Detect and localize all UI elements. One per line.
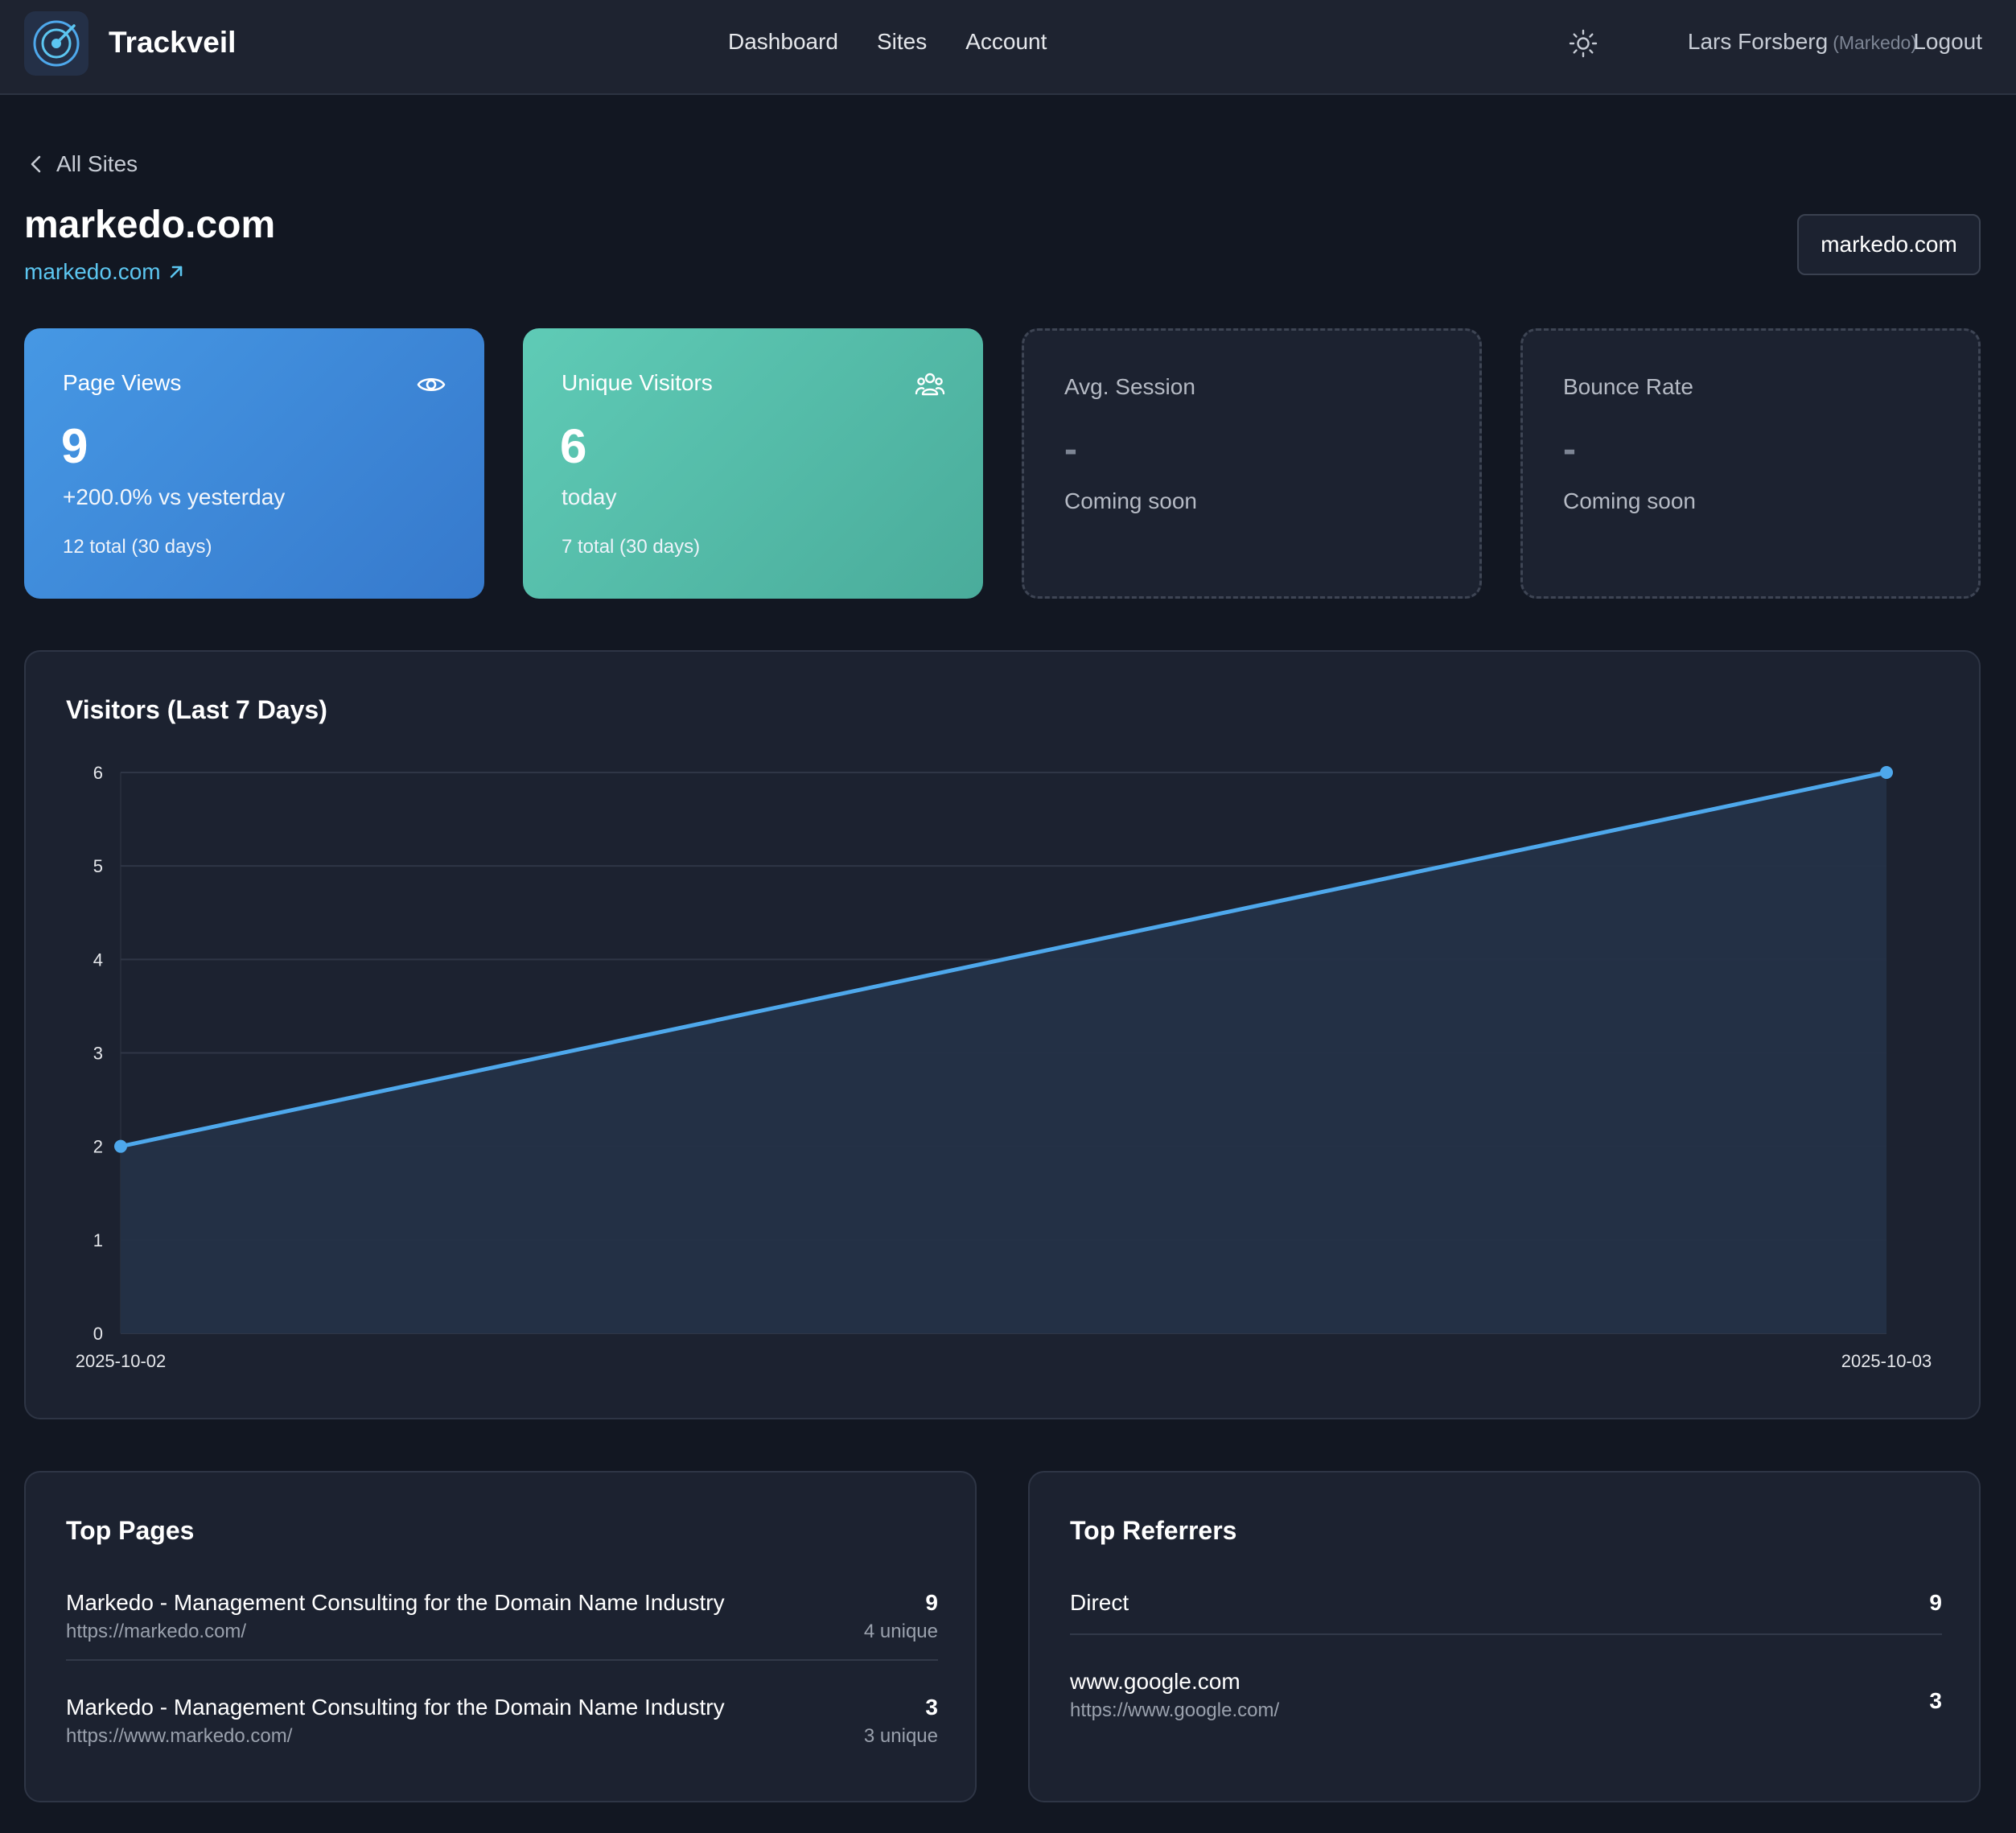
page-url: https://www.markedo.com/ — [66, 1725, 293, 1747]
referrer-row[interactable]: Direct 9 — [1070, 1590, 1942, 1616]
data-point — [1880, 766, 1893, 779]
page-views-value: 9 — [61, 419, 88, 473]
top-pages-panel: Top Pages Markedo - Management Consultin… — [24, 1471, 977, 1802]
nav-dashboard[interactable]: Dashboard — [728, 29, 838, 55]
page-title-text: Markedo - Management Consulting for the … — [66, 1695, 725, 1720]
y-tick-label: 6 — [93, 763, 103, 783]
logout-link[interactable]: Logout — [1913, 29, 1982, 55]
bounce-rate-value: - — [1563, 428, 1576, 471]
y-tick-label: 5 — [93, 856, 103, 876]
referrer-name: www.google.com — [1070, 1669, 1240, 1694]
external-link-icon — [170, 266, 182, 278]
top-referrers-panel: Top Referrers Direct 9 www.google.com ht… — [1028, 1471, 1981, 1802]
avg-session-note: Coming soon — [1064, 488, 1197, 513]
site-external-link[interactable]: markedo.com — [24, 259, 185, 285]
referrer-url: https://www.google.com/ — [1070, 1699, 1280, 1721]
unique-visitors-card: Unique Visitors 6 today 7 total (30 days… — [523, 328, 983, 599]
user-org: (Markedo) — [1833, 32, 1917, 53]
visitors-chart: 0 1 2 3 4 5 6 2025-10-02 2025-10-03 — [76, 763, 1932, 1371]
radar-logo-icon[interactable] — [24, 11, 88, 76]
page-views-card: Page Views 9 +200.0% vs yesterday 12 tot… — [24, 328, 484, 599]
data-point — [114, 1139, 127, 1153]
user-menu[interactable]: Lars Forsberg (Markedo) — [1688, 29, 1917, 55]
page-views-count: 9 — [925, 1590, 938, 1615]
top-page-row[interactable]: Markedo - Management Consulting for the … — [66, 1590, 938, 1643]
page-views-total: 12 total (30 days) — [63, 536, 212, 558]
page-unique-count: 4 unique — [863, 1621, 938, 1642]
avg-session-label: Avg. Session — [1064, 374, 1195, 399]
top-page-row[interactable]: Markedo - Management Consulting for the … — [66, 1695, 938, 1748]
chart-title: Visitors (Last 7 Days) — [66, 695, 327, 724]
y-tick-label: 1 — [93, 1230, 103, 1250]
site-link-label: markedo.com — [24, 259, 161, 284]
nav-account[interactable]: Account — [965, 29, 1047, 55]
referrer-count: 3 — [1929, 1688, 1942, 1713]
page-views-change: +200.0% vs yesterday — [63, 484, 286, 509]
unique-visitors-total: 7 total (30 days) — [562, 536, 701, 558]
top-referrers-title: Top Referrers — [1070, 1516, 1237, 1545]
back-to-all-sites[interactable]: All Sites — [27, 151, 138, 177]
site-selector[interactable]: markedo.com — [1797, 214, 1981, 275]
row-divider — [1070, 1633, 1942, 1635]
sun-icon[interactable] — [1567, 27, 1599, 60]
nav-sites[interactable]: Sites — [877, 29, 927, 55]
unique-visitors-value: 6 — [560, 419, 587, 473]
page-title-text: Markedo - Management Consulting for the … — [66, 1590, 725, 1615]
y-tick-label: 2 — [93, 1137, 103, 1157]
row-divider — [66, 1659, 938, 1661]
user-name: Lars Forsberg — [1687, 29, 1829, 54]
unique-visitors-label: Unique Visitors — [562, 370, 713, 395]
page-views-label: Page Views — [63, 370, 182, 395]
brand-name[interactable]: Trackveil — [109, 26, 236, 60]
bounce-rate-note: Coming soon — [1563, 488, 1696, 513]
y-tick-label: 0 — [93, 1324, 103, 1344]
referrer-name: Direct — [1070, 1590, 1129, 1615]
unique-visitors-period: today — [562, 484, 617, 509]
top-nav: Trackveil Dashboard Sites Account Lars F… — [0, 0, 2016, 95]
users-icon — [914, 369, 946, 401]
visitors-chart-panel: 0 1 2 3 4 5 6 2025-10-02 2025-10-03 Visitors (La… — [24, 650, 1981, 1419]
page-views-count: 3 — [925, 1695, 938, 1720]
referrer-count: 9 — [1929, 1590, 1942, 1615]
top-pages-title: Top Pages — [66, 1516, 195, 1545]
page-title: markedo.com — [24, 204, 276, 246]
y-tick-label: 3 — [93, 1044, 103, 1064]
page-url: https://markedo.com/ — [66, 1621, 247, 1642]
primary-nav: Dashboard Sites Account — [728, 29, 1047, 55]
y-tick-label: 4 — [93, 949, 103, 970]
bounce-rate-card: Bounce Rate - Coming soon — [1520, 328, 1981, 599]
referrer-row[interactable]: www.google.com https://www.google.com/ 3 — [1070, 1669, 1942, 1722]
bounce-rate-label: Bounce Rate — [1563, 374, 1693, 399]
x-tick-label: 2025-10-02 — [76, 1351, 167, 1371]
chevron-left-icon — [31, 155, 41, 173]
x-tick-label: 2025-10-03 — [1841, 1351, 1932, 1371]
page-unique-count: 3 unique — [863, 1725, 938, 1747]
avg-session-value: - — [1064, 428, 1077, 471]
avg-session-card: Avg. Session - Coming soon — [1022, 328, 1482, 599]
back-label: All Sites — [56, 151, 138, 176]
eye-icon — [415, 369, 447, 401]
